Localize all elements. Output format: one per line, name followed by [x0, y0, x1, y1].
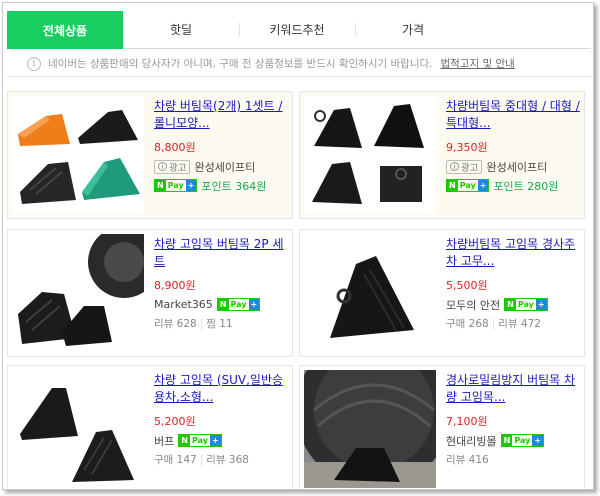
product-title[interactable]: 차량버팀목 고임목 경사주차 고무... [446, 236, 580, 270]
product-stats: 구매 147 | 리뷰 368 [154, 452, 249, 467]
point-amount: 포인트 280원 [493, 179, 559, 193]
review-count[interactable]: 리뷰 472 [498, 316, 541, 331]
ad-badge[interactable]: i 광고 [446, 159, 483, 174]
seller-name[interactable]: 현대리빙몰 [446, 433, 497, 449]
seller-row: 버프 N Pay + [154, 433, 288, 448]
product-info: 차량 버팀목(2개) 1셋트 / 롤니모양... 8,800원 i 광고 완성세이… [154, 98, 288, 193]
ad-badge[interactable]: i 광고 [154, 159, 191, 174]
naver-pay-icon: N Pay + [446, 179, 490, 192]
tab-keyword-recommend[interactable]: 키워드추천 [239, 11, 355, 48]
naver-pay-icon: N Pay + [504, 298, 548, 311]
product-price: 8,800원 [154, 141, 196, 154]
product-title[interactable]: 차량버팀목 중대형 / 대형 / 특대형... [446, 98, 580, 132]
product-price: 8,900원 [154, 279, 196, 292]
product-title[interactable]: 차량 고임목 (SUV,일반승용차,소형... [154, 372, 288, 406]
product-card[interactable]: 경사로밀림방지 버팀목 차량 고임목... 7,100원 현대리빙몰 N Pay +… [299, 365, 585, 489]
product-image[interactable] [304, 370, 436, 488]
product-stats: 리뷰 416 [446, 452, 580, 467]
review-count[interactable]: 리뷰 368 [206, 452, 249, 467]
wish-count: 찜 11 [206, 318, 233, 330]
product-info: 차량 고임목 (SUV,일반승용차,소형... 5,200원 버프 N Pay + … [154, 372, 288, 467]
product-stats: 리뷰 628 | 찜 11 [154, 316, 233, 331]
product-card[interactable]: 차량버팀목 중대형 / 대형 / 특대형... 9,350원 i 광고 완성세이프… [299, 91, 585, 219]
product-image[interactable] [304, 96, 436, 214]
product-image[interactable] [304, 234, 436, 352]
naver-pay-icon: N Pay + [216, 298, 261, 311]
product-image[interactable] [12, 370, 144, 488]
tab-bar: 전체상품 핫딜 키워드추천 가격 [7, 11, 591, 49]
pay-row: N Pay + 포인트 280원 [446, 178, 580, 193]
product-title[interactable]: 차량 고임목 버팀목 2P 세트 [154, 236, 288, 270]
tab-price[interactable]: 가격 [355, 11, 471, 48]
seller-name[interactable]: 버프 [154, 433, 174, 449]
product-title[interactable]: 차량 버팀목(2개) 1셋트 / 롤니모양... [154, 98, 288, 132]
info-icon: i [450, 162, 459, 171]
review-count[interactable]: 리뷰 416 [446, 452, 489, 467]
tab-hot-deal[interactable]: 핫딜 [123, 11, 239, 48]
naver-pay-icon: N Pay + [178, 434, 222, 447]
product-image[interactable] [12, 96, 144, 214]
product-card[interactable]: 차량 고임목 (SUV,일반승용차,소형... 5,200원 버프 N Pay + … [7, 365, 293, 489]
product-info: 경사로밀림방지 버팀목 차량 고임목... 7,100원 현대리빙몰 N Pay +… [446, 372, 580, 467]
disclaimer-text: 네이버는 상품판매의 당사자가 아니며, 구매 전 상품정보를 반드시 확인하시… [48, 58, 433, 70]
seller-name[interactable]: 완성세이프티 [194, 159, 255, 175]
seller-row: Market365 N Pay + [154, 297, 288, 312]
product-info: 차량버팀목 고임목 경사주차 고무... 5,500원 모두의 안전 N Pay +… [446, 236, 580, 331]
seller-name[interactable]: Market365 [154, 298, 213, 311]
product-price: 5,500원 [446, 279, 488, 292]
naver-pay-icon: N Pay + [154, 179, 198, 192]
pay-row: N Pay + 포인트 364원 [154, 178, 288, 193]
review-count[interactable]: 리뷰 628 [154, 316, 197, 331]
product-price: 9,350원 [446, 141, 488, 154]
info-icon: i [158, 162, 167, 171]
product-image[interactable] [12, 234, 144, 352]
seller-name[interactable]: 모두의 안전 [446, 297, 500, 313]
tab-all-products[interactable]: 전체상품 [7, 11, 123, 49]
seller-name[interactable]: 완성세이프티 [486, 159, 547, 175]
purchase-count: 구매 147 [154, 454, 197, 466]
seller-row: 현대리빙몰 N Pay + [446, 433, 580, 448]
product-card[interactable]: 차량 고임목 버팀목 2P 세트 8,900원 Market365 N Pay + … [7, 229, 293, 357]
product-card[interactable]: 차량 버팀목(2개) 1셋트 / 롤니모양... 8,800원 i 광고 완성세이… [7, 91, 293, 219]
seller-row: i 광고 완성세이프티 [446, 159, 580, 174]
product-info: 차량 고임목 버팀목 2P 세트 8,900원 Market365 N Pay + … [154, 236, 288, 331]
product-price: 5,200원 [154, 415, 196, 428]
naver-pay-icon: N Pay + [500, 434, 545, 447]
legal-notice-link[interactable]: 법적고지 및 안내 [440, 56, 514, 71]
seller-row: 모두의 안전 N Pay + [446, 297, 580, 312]
product-info: 차량버팀목 중대형 / 대형 / 특대형... 9,350원 i 광고 완성세이프… [446, 98, 580, 193]
info-icon: i [27, 56, 41, 71]
product-stats: 구매 268 | 리뷰 472 [446, 316, 541, 331]
shopping-panel: 전체상품 핫딜 키워드추천 가격 i 네이버는 상품판매의 당사자가 아니며, … [2, 2, 594, 490]
product-title[interactable]: 경사로밀림방지 버팀목 차량 고임목... [446, 372, 580, 406]
purchase-count: 구매 268 [446, 318, 489, 330]
disclaimer-notice: i 네이버는 상품판매의 당사자가 아니며, 구매 전 상품정보를 반드시 확인… [7, 51, 591, 77]
seller-row: i 광고 완성세이프티 [154, 159, 288, 174]
product-price: 7,100원 [446, 415, 488, 428]
point-amount: 포인트 364원 [201, 179, 267, 193]
product-card[interactable]: 차량버팀목 고임목 경사주차 고무... 5,500원 모두의 안전 N Pay +… [299, 229, 585, 357]
